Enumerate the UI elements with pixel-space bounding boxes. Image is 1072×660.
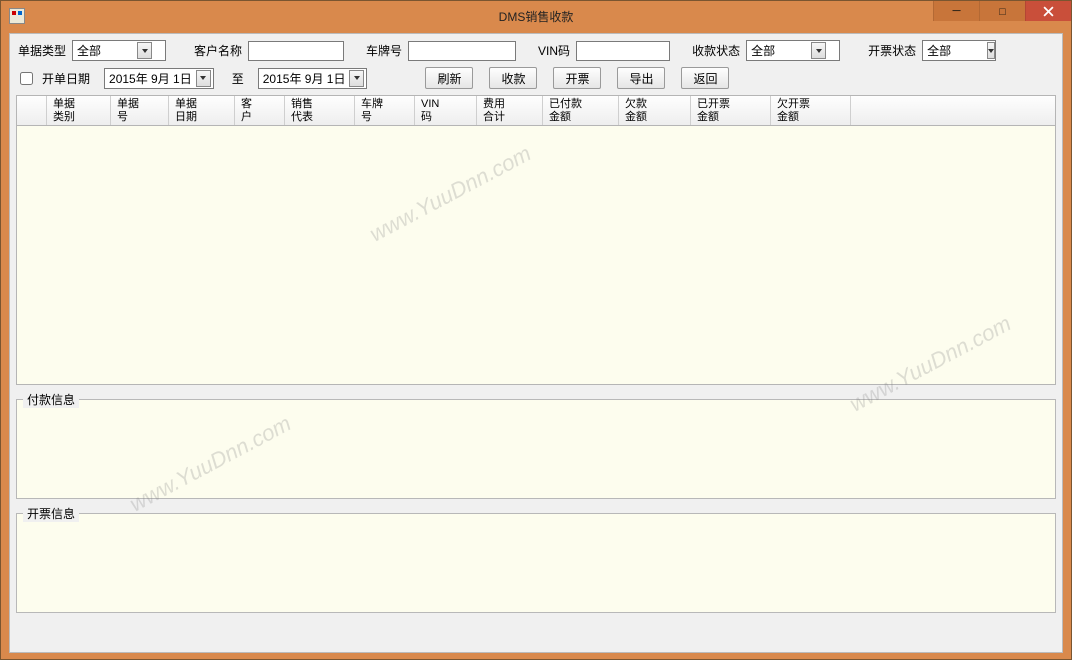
date-to-picker[interactable]: 2015年 9月 1日 <box>258 68 368 89</box>
date-checkbox-label: 开单日期 <box>40 70 92 87</box>
export-button[interactable]: 导出 <box>617 67 665 89</box>
filter-row-1: 单据类型 全部 客户名称 车牌号 VIN码 收款状态 全部 <box>16 40 1056 61</box>
titlebar: DMS销售收款 ─ ☐ <box>1 1 1071 31</box>
date-from-picker[interactable]: 2015年 9月 1日 <box>104 68 214 89</box>
vin-label: VIN码 <box>536 42 572 59</box>
data-grid[interactable]: 单据 类别 单据 号 单据 日期 客 户 销售 代表 车牌 号 VIN 码 费用… <box>16 95 1056 385</box>
chevron-down-icon <box>196 70 211 87</box>
window-title: DMS销售收款 <box>1 8 1071 25</box>
grid-header: 单据 类别 单据 号 单据 日期 客 户 销售 代表 车牌 号 VIN 码 费用… <box>17 96 1055 126</box>
close-button[interactable] <box>1025 1 1071 21</box>
invoice-fieldset: 开票信息 <box>16 505 1056 613</box>
collect-button[interactable]: 收款 <box>489 67 537 89</box>
date-to-value: 2015年 9月 1日 <box>263 70 346 87</box>
invoice-button[interactable]: 开票 <box>553 67 601 89</box>
close-icon <box>1043 6 1054 17</box>
minimize-button[interactable]: ─ <box>933 1 979 21</box>
client-area: 单据类型 全部 客户名称 车牌号 VIN码 收款状态 全部 <box>9 33 1063 653</box>
chevron-down-icon <box>137 42 152 59</box>
col-owed-amount[interactable]: 欠款 金额 <box>619 96 691 125</box>
vin-input[interactable] <box>576 41 670 61</box>
filter-row-2: 开单日期 2015年 9月 1日 至 2015年 9月 1日 刷新 收款 <box>16 67 1056 89</box>
chevron-down-icon <box>987 42 995 59</box>
invoice-legend: 开票信息 <box>23 505 79 522</box>
col-customer[interactable]: 客 户 <box>235 96 285 125</box>
pay-status-combo[interactable]: 全部 <box>746 40 840 61</box>
window-buttons: ─ ☐ <box>933 1 1071 21</box>
col-sales-rep[interactable]: 销售 代表 <box>285 96 355 125</box>
plate-input[interactable] <box>408 41 516 61</box>
invoice-status-combo[interactable]: 全部 <box>922 40 996 61</box>
filter-bar: 单据类型 全部 客户名称 车牌号 VIN码 收款状态 全部 <box>10 34 1062 89</box>
row-header-corner <box>17 96 47 125</box>
pay-status-value: 全部 <box>747 42 807 59</box>
customer-input[interactable] <box>248 41 344 61</box>
col-doc-no[interactable]: 单据 号 <box>111 96 169 125</box>
doc-type-combo[interactable]: 全部 <box>72 40 166 61</box>
invoice-status-label: 开票状态 <box>866 42 918 59</box>
maximize-button[interactable]: ☐ <box>979 1 1025 21</box>
app-window: DMS销售收款 ─ ☐ 单据类型 全部 客户名称 车牌号 <box>0 0 1072 660</box>
invoice-status-value: 全部 <box>923 42 983 59</box>
date-from-value: 2015年 9月 1日 <box>109 70 192 87</box>
pay-status-label: 收款状态 <box>690 42 742 59</box>
col-invoiced-amount[interactable]: 已开票 金额 <box>691 96 771 125</box>
invoice-panel: 开票信息 <box>16 505 1056 613</box>
col-paid-amount[interactable]: 已付款 金额 <box>543 96 619 125</box>
back-button[interactable]: 返回 <box>681 67 729 89</box>
doc-type-label: 单据类型 <box>16 42 68 59</box>
col-uninvoiced-amount[interactable]: 欠开票 金额 <box>771 96 851 125</box>
plate-label: 车牌号 <box>364 42 404 59</box>
col-plate[interactable]: 车牌 号 <box>355 96 415 125</box>
col-doc-date[interactable]: 单据 日期 <box>169 96 235 125</box>
chevron-down-icon <box>811 42 826 59</box>
chevron-down-icon <box>349 70 364 87</box>
doc-type-value: 全部 <box>73 42 133 59</box>
date-checkbox[interactable] <box>20 72 33 85</box>
payment-fieldset: 付款信息 <box>16 391 1056 499</box>
col-fee-total[interactable]: 费用 合计 <box>477 96 543 125</box>
payment-legend: 付款信息 <box>23 391 79 408</box>
refresh-button[interactable]: 刷新 <box>425 67 473 89</box>
col-doc-type[interactable]: 单据 类别 <box>47 96 111 125</box>
payment-panel: 付款信息 <box>16 391 1056 499</box>
col-vin[interactable]: VIN 码 <box>415 96 477 125</box>
customer-label: 客户名称 <box>192 42 244 59</box>
date-to-label: 至 <box>230 70 246 87</box>
